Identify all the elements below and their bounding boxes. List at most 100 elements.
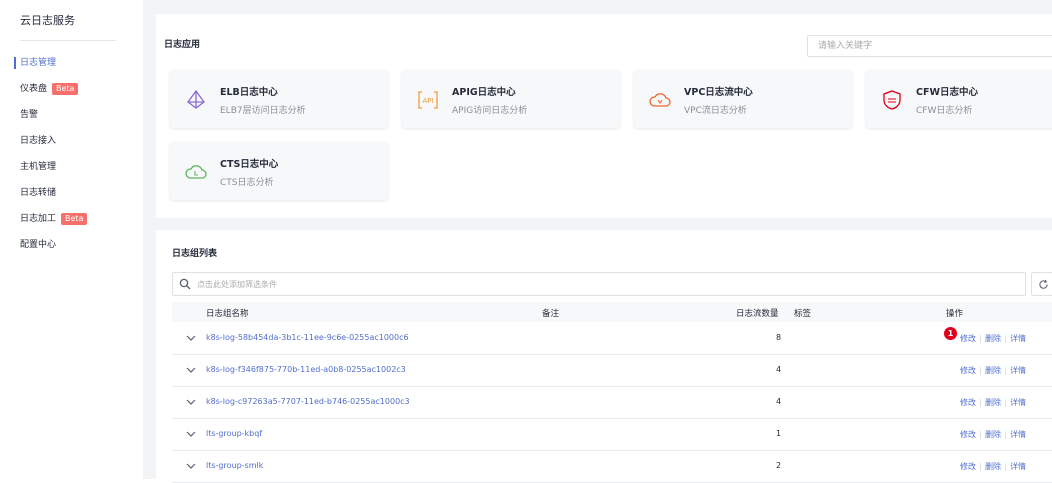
card-title: APIG日志中心 (452, 87, 516, 98)
edit-link[interactable]: 修改 (960, 365, 976, 376)
main-content: 日志应用 ELB日志中心 ELB7层访问日志分析 API APIG日志中心 AP… (156, 0, 1052, 483)
log-apps-title: 日志应用 (164, 40, 201, 50)
sidebar-item-log-ingestion[interactable]: 日志接入 (0, 128, 143, 154)
sidebar-item-alarm[interactable]: 告警 (0, 102, 143, 128)
sidebar: 云日志服务 日志管理 仪表盘 Beta 告警 日志接入 主机管理 日志转储 日志加… (0, 0, 143, 479)
detail-link[interactable]: 详情 (1010, 333, 1026, 344)
sidebar-gutter (143, 0, 156, 479)
separator (1005, 366, 1006, 375)
column-header-name: 日志组名称 (206, 309, 249, 319)
apig-icon: API (418, 91, 438, 109)
delete-link[interactable]: 删除 (985, 333, 1001, 344)
refresh-icon (1038, 279, 1048, 289)
app-card-vpc[interactable]: VPC日志流中心 VPC流日志分析 (634, 70, 852, 128)
sidebar-divider (20, 40, 116, 41)
sidebar-item-label: 日志管理 (20, 58, 57, 68)
log-group-name-link[interactable]: k8s-log-c97263a5-7707-11ed-b746-0255ac10… (206, 397, 410, 406)
sidebar-item-label: 仪表盘 (20, 84, 48, 94)
log-apps-panel: 日志应用 ELB日志中心 ELB7层访问日志分析 API APIG日志中心 AP… (156, 14, 1052, 218)
log-group-name-link[interactable]: k8s-log-58b454da-3b1c-11ee-9c6e-0255ac10… (206, 333, 409, 342)
table-row: lts-group-smlk 2 修改 删除 详情 (172, 450, 1052, 483)
separator (980, 334, 981, 343)
app-card-cfw[interactable]: CFW日志中心 CFW日志分析 (866, 70, 1052, 128)
detail-link[interactable]: 详情 (1010, 365, 1026, 376)
row-actions: 修改 删除 详情 (960, 365, 1026, 376)
log-group-name-link[interactable]: lts-group-kbqf (206, 429, 262, 438)
detail-link[interactable]: 详情 (1010, 429, 1026, 440)
sidebar-item-dashboard[interactable]: 仪表盘 Beta (0, 76, 143, 102)
search-box (807, 35, 1052, 57)
edit-link[interactable]: 修改 (960, 429, 976, 440)
stream-count: 2 (776, 461, 782, 470)
filter-placeholder: 点击此处添加筛选条件 (197, 279, 277, 289)
card-subtitle: CTS日志分析 (220, 178, 274, 188)
row-actions: 修改 删除 详情 (960, 333, 1026, 344)
sidebar-item-log-management[interactable]: 日志管理 (0, 50, 143, 76)
delete-link[interactable]: 删除 (985, 429, 1001, 440)
chevron-down-icon[interactable] (186, 397, 196, 407)
log-group-name-link[interactable]: lts-group-smlk (206, 461, 263, 470)
separator (1005, 430, 1006, 439)
delete-link[interactable]: 删除 (985, 365, 1001, 376)
card-title: ELB日志中心 (220, 87, 278, 98)
delete-link[interactable]: 删除 (985, 397, 1001, 408)
search-icon (179, 278, 191, 290)
sidebar-item-log-transfer[interactable]: 日志转储 (0, 180, 143, 206)
separator (980, 366, 981, 375)
filter-bar[interactable]: 点击此处添加筛选条件 (172, 272, 1026, 296)
edit-link[interactable]: 修改 (960, 461, 976, 472)
stream-count: 4 (776, 365, 782, 374)
column-header-ops: 操作 (946, 309, 964, 319)
stream-count: 4 (776, 397, 782, 406)
sidebar-item-label: 告警 (20, 110, 39, 120)
table-row: lts-group-kbqf 1 修改 删除 详情 (172, 418, 1052, 451)
card-title: VPC日志流中心 (684, 87, 753, 98)
log-group-name-link[interactable]: k8s-log-f346f875-770b-11ed-a0b8-0255ac10… (206, 365, 406, 374)
app-card-elb[interactable]: ELB日志中心 ELB7层访问日志分析 (170, 70, 388, 128)
separator (980, 462, 981, 471)
table-row: k8s-log-c97263a5-7707-11ed-b746-0255ac10… (172, 386, 1052, 419)
refresh-button[interactable] (1031, 272, 1052, 296)
separator (1005, 334, 1006, 343)
column-header-tags: 标签 (794, 309, 812, 319)
card-subtitle: APIG访问日志分析 (452, 106, 528, 116)
cfw-icon (883, 90, 901, 110)
svg-text:API: API (422, 97, 433, 105)
detail-link[interactable]: 详情 (1010, 461, 1026, 472)
card-subtitle: VPC流日志分析 (684, 106, 747, 116)
cts-icon (185, 165, 207, 179)
separator (980, 430, 981, 439)
sidebar-item-label: 日志加工 (20, 214, 57, 224)
chevron-down-icon[interactable] (186, 333, 196, 343)
chevron-down-icon[interactable] (186, 461, 196, 471)
column-header-remark: 备注 (542, 309, 560, 319)
notification-badge: 1 (944, 327, 957, 340)
delete-link[interactable]: 删除 (985, 461, 1001, 472)
stream-count: 1 (776, 429, 782, 438)
app-card-cts[interactable]: CTS日志中心 CTS日志分析 (170, 142, 388, 200)
chevron-down-icon[interactable] (186, 429, 196, 439)
detail-link[interactable]: 详情 (1010, 397, 1026, 408)
keyword-search-input[interactable] (816, 36, 1050, 56)
stream-count: 8 (776, 333, 782, 342)
vpc-icon (649, 93, 671, 107)
separator (1005, 398, 1006, 407)
sidebar-nav: 日志管理 仪表盘 Beta 告警 日志接入 主机管理 日志转储 日志加工 Beta … (0, 50, 143, 258)
card-subtitle: ELB7层访问日志分析 (220, 106, 306, 116)
log-groups-panel: 日志组列表 点击此处添加筛选条件 日志组名称 备注 日志流数量 标签 操作 k8… (156, 230, 1052, 483)
chevron-down-icon[interactable] (186, 365, 196, 375)
elb-icon (187, 89, 205, 109)
edit-link[interactable]: 修改 (960, 333, 976, 344)
sidebar-item-label: 主机管理 (20, 162, 57, 172)
beta-badge: Beta (61, 213, 88, 225)
sidebar-item-log-processing[interactable]: 日志加工 Beta (0, 206, 143, 232)
app-card-apig[interactable]: API APIG日志中心 APIG访问日志分析 (402, 70, 620, 128)
sidebar-item-host-management[interactable]: 主机管理 (0, 154, 143, 180)
beta-badge: Beta (52, 83, 79, 95)
sidebar-item-label: 配置中心 (20, 240, 57, 250)
sidebar-item-config-center[interactable]: 配置中心 (0, 232, 143, 258)
table-row: k8s-log-58b454da-3b1c-11ee-9c6e-0255ac10… (172, 322, 1052, 355)
sidebar-title: 云日志服务 (20, 14, 75, 27)
edit-link[interactable]: 修改 (960, 397, 976, 408)
separator (1005, 462, 1006, 471)
